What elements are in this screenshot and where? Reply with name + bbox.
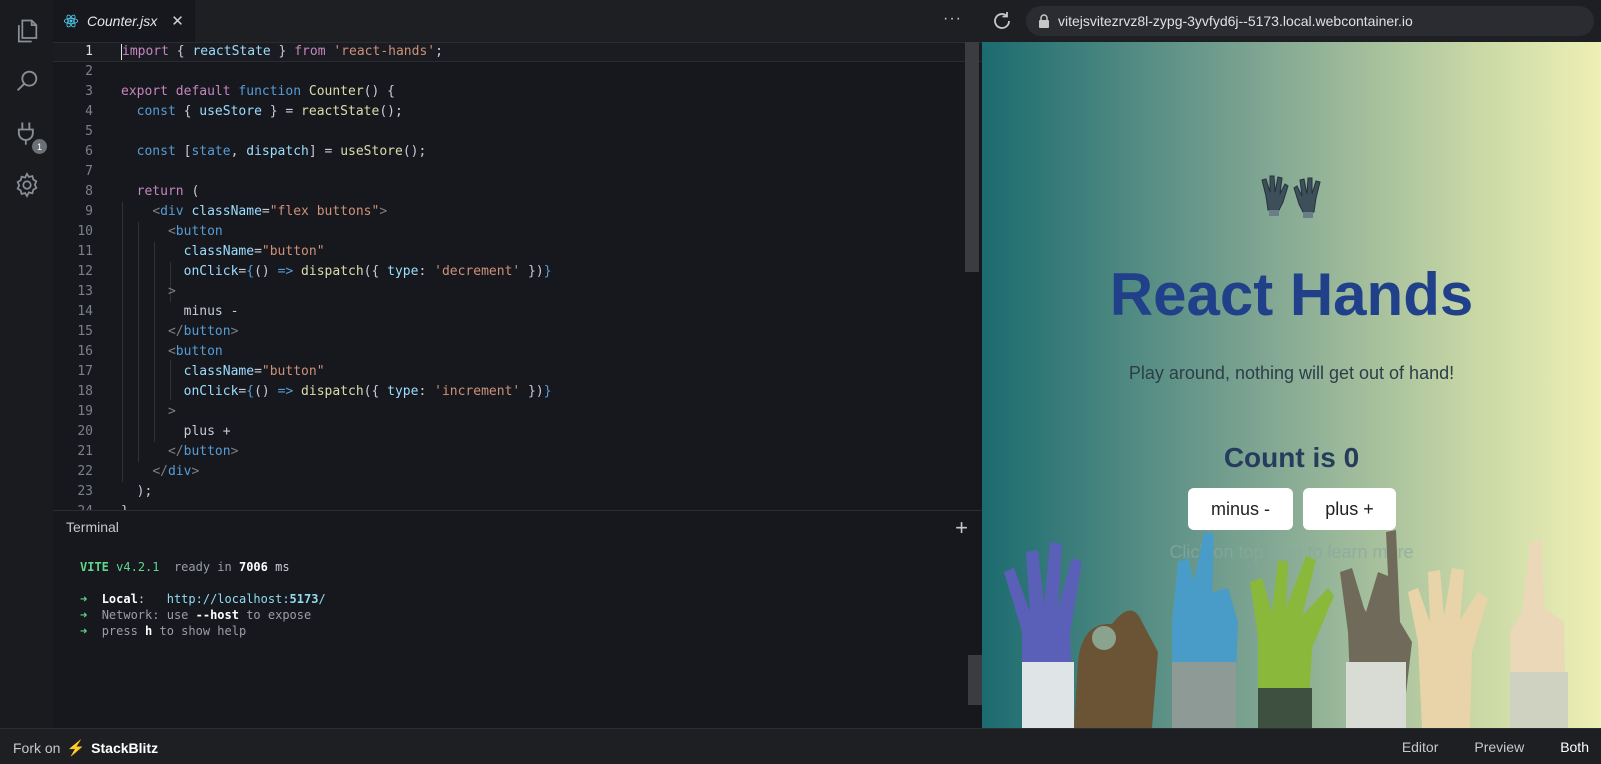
view-editor-button[interactable]: Editor (1402, 739, 1439, 755)
code-line: 19 > (77, 404, 176, 419)
code-line: 9 <div className="flex buttons"> (85, 204, 388, 219)
hands-illustration-icon (1004, 530, 1568, 728)
terminal-title: Terminal (66, 519, 119, 535)
lock-icon (1039, 14, 1049, 28)
preview-page: React Hands Play around, nothing will ge… (982, 42, 1601, 728)
terminal-output[interactable]: VITE v4.2.1 ready in 7006 ms ➜ Local: ht… (80, 559, 326, 639)
terminal-panel: Terminal + VITE v4.2.1 ready in 7006 ms … (53, 510, 982, 728)
extensions-badge: 1 (32, 139, 47, 154)
terminal-scrollbar[interactable] (968, 655, 982, 705)
count-display: Count is 0 (1223, 442, 1360, 473)
code-line: 17 className="button" (77, 364, 325, 379)
tab-label: Counter.jsx (87, 13, 158, 29)
footer-bar: Fork on ⚡ StackBlitz Editor Preview Both (0, 728, 1601, 764)
code-line: 20 plus + (77, 424, 231, 439)
plus-button[interactable]: plus + (1303, 488, 1396, 530)
brand-name: StackBlitz (91, 740, 159, 756)
code-line: 15 </button> (77, 324, 239, 339)
code-line: 23 ); (77, 484, 153, 499)
fork-label: Fork on (13, 740, 61, 756)
fork-on-stackblitz-link[interactable]: Fork on ⚡ StackBlitz (13, 739, 158, 757)
gloves-logo-icon[interactable] (1258, 168, 1324, 228)
code-line: 21 </button> (77, 444, 239, 459)
search-icon[interactable] (12, 66, 42, 96)
close-icon[interactable]: ✕ (171, 12, 184, 30)
editor-tab-bar: Counter.jsx ✕ ··· (53, 0, 982, 42)
reload-icon[interactable] (990, 9, 1014, 33)
code-line: 7 (85, 164, 93, 179)
lightning-icon: ⚡ (66, 740, 86, 757)
code-line: 10 <button (77, 224, 223, 239)
preview-browser: vitejsvitezrvz8l-zypg-3yvfyd6j--5173.loc… (982, 0, 1601, 728)
code-line: 6 const [state, dispatch] = useStore(); (85, 144, 427, 159)
code-line: 18 onClick={() => dispatch({ type: 'incr… (77, 384, 552, 399)
code-area[interactable]: 1 import { reactState } from 'react-hands… (53, 42, 982, 510)
code-line: 8 return ( (85, 184, 200, 199)
browser-url-bar: vitejsvitezrvz8l-zypg-3yvfyd6j--5173.loc… (982, 0, 1601, 42)
minus-button[interactable]: minus - (1188, 488, 1293, 530)
page-subtitle: Play around, nothing will get out of han… (1128, 363, 1455, 383)
add-terminal-icon[interactable]: + (955, 515, 968, 541)
code-line: 14 minus - (77, 304, 239, 319)
stackblitz-app: 1 Counter.jsx ✕ ··· 1 import { reactState… (0, 0, 1601, 764)
tab-counter-jsx[interactable]: Counter.jsx ✕ (53, 0, 195, 42)
code-line: 24} (53, 502, 982, 510)
view-switcher: Editor Preview Both (1402, 739, 1589, 755)
code-line: 1 import { reactState } from 'react-hands… (53, 42, 982, 62)
url-text: vitejsvitezrvz8l-zypg-3yvfyd6j--5173.loc… (1058, 13, 1413, 29)
gear-icon[interactable] (12, 170, 42, 200)
code-line: 16 <button (77, 344, 223, 359)
files-icon[interactable] (12, 16, 42, 46)
code-line: 4 const { useStore } = reactState(); (85, 104, 403, 119)
code-line: 2 (85, 64, 93, 79)
more-actions-icon[interactable]: ··· (943, 10, 962, 28)
code-line: 5 (85, 124, 93, 139)
editor-scrollbar[interactable] (965, 42, 979, 272)
page-headline: React Hands (1109, 261, 1474, 328)
code-line: 12 onClick={() => dispatch({ type: 'decr… (77, 264, 552, 279)
code-editor: Counter.jsx ✕ ··· 1 import { reactState }… (53, 0, 982, 510)
code-line: 3 export default function Counter() { (85, 84, 395, 99)
code-line: 22 </div> (77, 464, 200, 479)
view-both-button[interactable]: Both (1560, 739, 1589, 755)
url-field[interactable]: vitejsvitezrvz8l-zypg-3yvfyd6j--5173.loc… (1026, 6, 1594, 36)
code-line: 13 > (77, 284, 176, 299)
code-line: 11 className="button" (77, 244, 325, 259)
react-icon (63, 14, 79, 28)
activity-bar: 1 (0, 0, 53, 728)
view-preview-button[interactable]: Preview (1474, 739, 1524, 755)
